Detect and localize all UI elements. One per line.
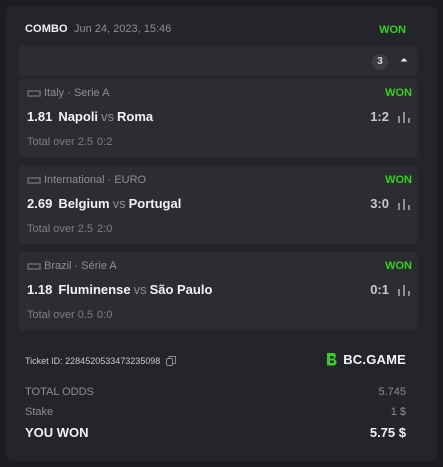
selection-status: WON — [385, 87, 412, 99]
match-line: 1.81 Napoli vs Roma — [27, 109, 153, 124]
league-name: Brazil · Série A — [44, 260, 117, 272]
football-icon — [27, 176, 41, 184]
vs-label: vs — [112, 196, 126, 211]
selections-count-badge: 3 — [372, 54, 388, 70]
total-odds-value: 5.745 — [378, 386, 406, 398]
selection-row: Italy · Serie A WON 1.81 Napoli vs Roma 1:2… — [18, 79, 418, 157]
selection-status: WON — [385, 260, 412, 272]
brand-logo: BC.GAME — [325, 351, 406, 367]
brand-name: BC.GAME — [343, 351, 406, 367]
football-icon — [27, 262, 41, 270]
selection-row: Brazil · Série A WON 1.18 Fluminense vs São… — [18, 252, 418, 330]
stats-icon[interactable] — [398, 285, 410, 296]
home-team: Belgium — [58, 196, 110, 211]
selection-odd: 1.81 — [27, 109, 53, 124]
selection-row: International · EURO WON 2.69 Belgium vs Po… — [18, 166, 418, 244]
away-team: Roma — [117, 109, 154, 124]
league-label: Italy · Serie A — [27, 87, 109, 99]
home-team: Fluminense — [58, 282, 131, 297]
payout-value: 5.75 $ — [369, 425, 406, 440]
away-team: São Paulo — [149, 282, 213, 297]
selection-odd: 1.18 — [27, 282, 53, 297]
league-name: Italy · Serie A — [44, 87, 110, 99]
market-result: 0:2 — [97, 136, 113, 148]
market-name: Total over 2.5 — [27, 223, 94, 235]
slip-header: COMBO Jun 24, 2023, 15:46 WON — [25, 23, 406, 39]
league-label: Brazil · Série A — [27, 260, 117, 272]
market-name: Total over 2.5 — [27, 136, 94, 148]
stats-icon[interactable] — [398, 112, 410, 123]
match-line: 2.69 Belgium vs Portugal — [27, 196, 181, 211]
bcgame-logo-icon — [327, 353, 337, 366]
market-line: Total over 2.5 2:0 — [27, 223, 112, 235]
match-score: 1:2 — [370, 109, 389, 124]
ticket-id: Ticket ID: 2284520533473235098 — [25, 356, 177, 366]
selection-odd: 2.69 — [27, 196, 53, 211]
match-line: 1.18 Fluminense vs São Paulo — [27, 282, 212, 297]
stats-icon[interactable] — [398, 199, 410, 210]
away-team: Portugal — [128, 196, 182, 211]
market-name: Total over 0.5 — [27, 309, 94, 321]
bet-date: Jun 24, 2023, 15:46 — [74, 23, 172, 35]
home-team: Napoli — [58, 109, 99, 124]
selections-toggle[interactable]: 3 — [18, 46, 418, 76]
ticket-id-label: Ticket ID: 2284520533473235098 — [25, 356, 161, 366]
selection-status: WON — [385, 174, 412, 186]
status-badge: WON — [379, 24, 406, 36]
football-icon — [27, 89, 41, 97]
total-odds-label: TOTAL ODDS — [25, 386, 94, 398]
bet-slip-card: COMBO Jun 24, 2023, 15:46 WON 3 Italy · … — [6, 6, 437, 461]
vs-label: vs — [133, 282, 147, 297]
bet-type-label: COMBO — [25, 23, 68, 35]
match-score: 0:1 — [370, 282, 389, 297]
market-result: 0:0 — [97, 309, 113, 321]
stake-label: Stake — [25, 406, 54, 418]
copy-icon[interactable] — [166, 356, 177, 366]
market-line: Total over 2.5 0:2 — [27, 136, 112, 148]
vs-label: vs — [101, 109, 115, 124]
match-score: 3:0 — [370, 196, 389, 211]
league-name: International · EURO — [44, 174, 147, 186]
stake-value: 1 $ — [390, 406, 406, 418]
market-result: 2:0 — [97, 223, 113, 235]
payout-label: YOU WON — [25, 425, 89, 440]
league-label: International · EURO — [27, 174, 146, 186]
chevron-up-icon[interactable] — [397, 53, 411, 67]
market-line: Total over 0.5 0:0 — [27, 309, 112, 321]
